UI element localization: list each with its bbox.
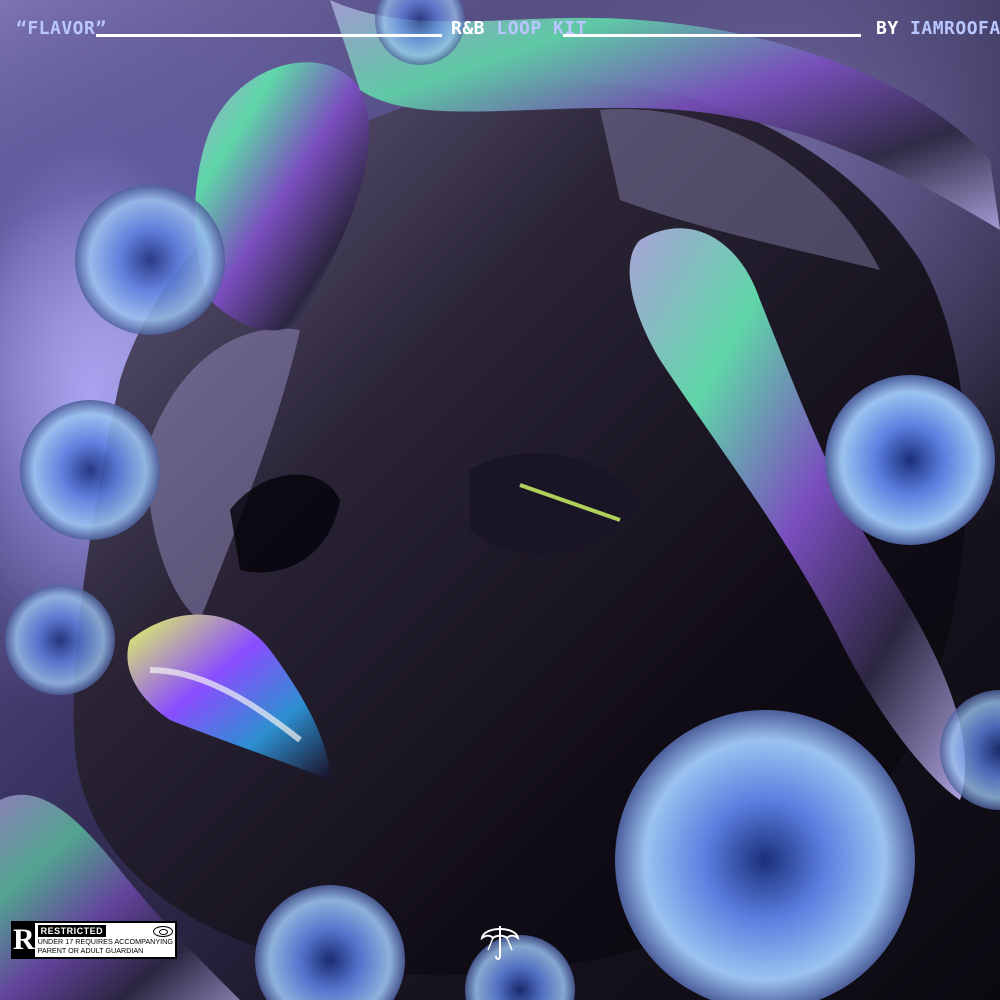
- kit-type-prefix: R&B: [451, 18, 486, 39]
- artist-prefix: BY: [876, 18, 899, 39]
- rating-badge: R RESTRICTED UNDER 17 REQUIRES ACCOMPANY…: [11, 921, 177, 959]
- album-cover: “FLAVOR” R&B LOOP KIT BY IAMROOFA R REST…: [0, 0, 1000, 1000]
- artist-name: IAMROOFA: [910, 18, 1000, 39]
- umbrella-logo-icon: [480, 926, 520, 960]
- artist-credit: BY IAMROOFA: [876, 18, 1000, 39]
- cover-header: “FLAVOR” R&B LOOP KIT BY IAMROOFA: [0, 0, 1000, 62]
- rating-letter: R: [13, 923, 35, 957]
- kit-title: “FLAVOR”: [16, 18, 107, 39]
- header-divider-left: [96, 34, 442, 37]
- seal-icon: [152, 925, 173, 937]
- rating-line-1: UNDER 17 REQUIRES ACCOMPANYING: [37, 937, 173, 946]
- header-divider-right: [563, 34, 861, 37]
- rating-line-2: PARENT OR ADULT GUARDIAN: [37, 946, 144, 955]
- rating-title-row: RESTRICTED: [37, 925, 173, 937]
- rating-body: RESTRICTED UNDER 17 REQUIRES ACCOMPANYIN…: [35, 923, 176, 957]
- cover-artwork: [0, 0, 1000, 1000]
- rating-title: RESTRICTED: [37, 925, 107, 937]
